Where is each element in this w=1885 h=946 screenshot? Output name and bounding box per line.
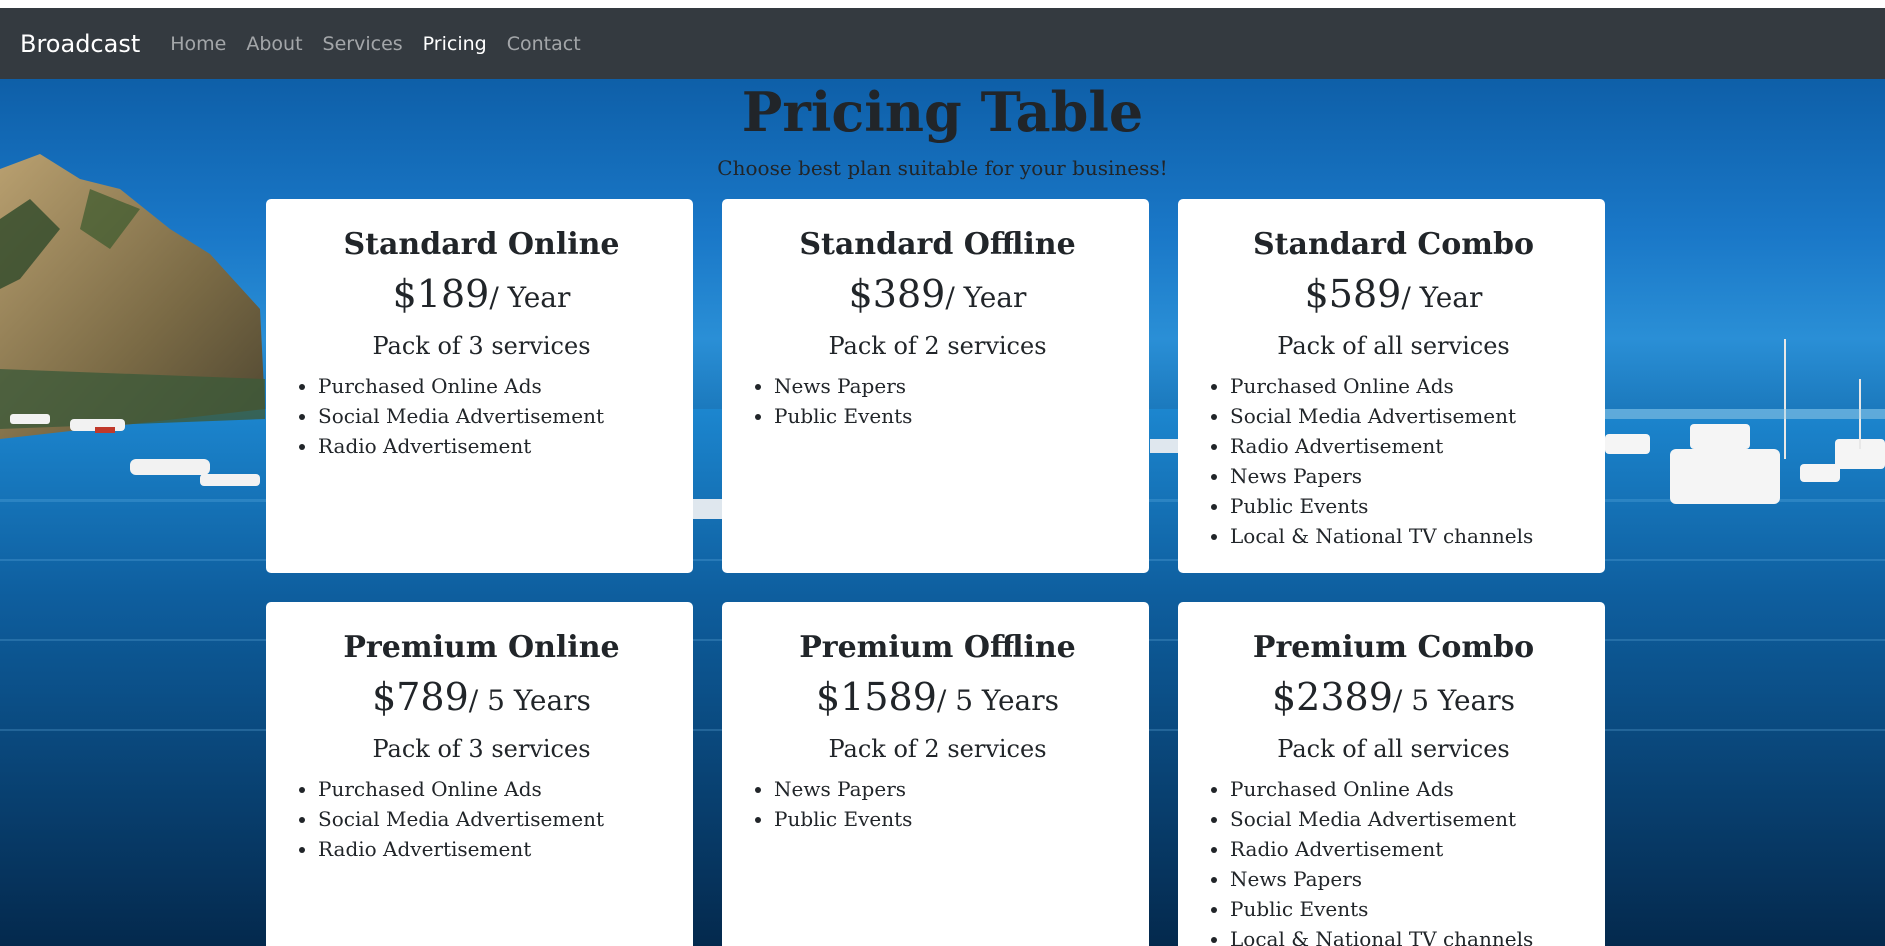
plan-pack: Pack of 3 services: [372, 735, 591, 763]
plan-name: Standard Offline: [799, 227, 1076, 262]
plan-pack: Pack of 2 services: [828, 735, 1047, 763]
price-period: / Year: [1401, 281, 1483, 314]
feature-item: Public Events: [1230, 894, 1585, 924]
brand-logo[interactable]: Broadcast: [20, 30, 140, 58]
feature-item: Purchased Online Ads: [318, 774, 673, 804]
nav-item-pricing[interactable]: Pricing: [423, 33, 487, 55]
window-top-strip: [0, 0, 1885, 8]
feature-item: Local & National TV channels: [1230, 924, 1585, 946]
feature-list: Purchased Online Ads Social Media Advert…: [290, 774, 673, 864]
plan-price: $189/ Year: [290, 269, 673, 327]
feature-item: Radio Advertisement: [318, 431, 673, 461]
price-period: / 5 Years: [936, 684, 1059, 717]
feature-item: Public Events: [774, 804, 1129, 834]
hero-background: Pricing Table Choose best plan suitable …: [0, 79, 1885, 946]
pricing-card-standard-online: Standard Online $189/ Year Pack of 3 ser…: [266, 199, 693, 573]
feature-list: Purchased Online Ads Social Media Advert…: [1202, 774, 1585, 946]
feature-item: Social Media Advertisement: [318, 804, 673, 834]
plan-name: Premium Online: [343, 630, 620, 665]
feature-item: Local & National TV channels: [1230, 521, 1585, 551]
plan-price: $1589/ 5 Years: [746, 672, 1129, 730]
plan-name: Premium Offline: [799, 630, 1076, 665]
plan-price: $789/ 5 Years: [290, 672, 673, 730]
pricing-card-premium-offline: Premium Offline $1589/ 5 Years Pack of 2…: [722, 602, 1149, 946]
feature-item: Public Events: [774, 401, 1129, 431]
price-amount: $589: [1304, 272, 1402, 316]
price-amount: $189: [392, 272, 490, 316]
pricing-card-standard-offline: Standard Offline $389/ Year Pack of 2 se…: [722, 199, 1149, 573]
price-period: / 5 Years: [468, 684, 591, 717]
nav-item-about[interactable]: About: [246, 33, 302, 55]
price-period: / Year: [489, 281, 571, 314]
pricing-card-standard-combo: Standard Combo $589/ Year Pack of all se…: [1178, 199, 1605, 573]
price-period: / Year: [945, 281, 1027, 314]
feature-item: Radio Advertisement: [1230, 834, 1585, 864]
price-amount: $389: [848, 272, 946, 316]
feature-item: Radio Advertisement: [318, 834, 673, 864]
price-amount: $2389: [1271, 675, 1393, 719]
feature-item: Social Media Advertisement: [318, 401, 673, 431]
feature-item: Purchased Online Ads: [318, 371, 673, 401]
navbar: Broadcast Home About Services Pricing Co…: [0, 8, 1885, 79]
feature-item: Radio Advertisement: [1230, 431, 1585, 461]
price-period: / 5 Years: [1392, 684, 1515, 717]
page-subtitle: Choose best plan suitable for your busin…: [717, 156, 1168, 180]
plan-pack: Pack of all services: [1277, 332, 1510, 360]
price-amount: $789: [372, 675, 469, 719]
plan-name: Standard Online: [343, 227, 620, 262]
plan-price: $2389/ 5 Years: [1202, 672, 1585, 730]
feature-item: News Papers: [774, 774, 1129, 804]
plan-name: Premium Combo: [1252, 630, 1535, 665]
feature-item: Purchased Online Ads: [1230, 774, 1585, 804]
feature-item: News Papers: [774, 371, 1129, 401]
feature-item: News Papers: [1230, 461, 1585, 491]
feature-item: Purchased Online Ads: [1230, 371, 1585, 401]
feature-item: Social Media Advertisement: [1230, 804, 1585, 834]
feature-item: Public Events: [1230, 491, 1585, 521]
plan-pack: Pack of 3 services: [372, 332, 591, 360]
price-amount: $1589: [815, 675, 937, 719]
feature-list: Purchased Online Ads Social Media Advert…: [290, 371, 673, 461]
pricing-card-premium-combo: Premium Combo $2389/ 5 Years Pack of all…: [1178, 602, 1605, 946]
feature-list: News Papers Public Events: [746, 371, 1129, 431]
feature-item: Social Media Advertisement: [1230, 401, 1585, 431]
pricing-cards-grid: Standard Online $189/ Year Pack of 3 ser…: [266, 199, 1606, 946]
page-title: Pricing Table: [741, 80, 1144, 144]
feature-list: Purchased Online Ads Social Media Advert…: [1202, 371, 1585, 551]
nav-item-home[interactable]: Home: [170, 33, 226, 55]
plan-pack: Pack of 2 services: [828, 332, 1047, 360]
pricing-card-premium-online: Premium Online $789/ 5 Years Pack of 3 s…: [266, 602, 693, 946]
plan-price: $589/ Year: [1202, 269, 1585, 327]
nav-item-contact[interactable]: Contact: [507, 33, 581, 55]
plan-name: Standard Combo: [1252, 227, 1535, 262]
nav-item-services[interactable]: Services: [323, 33, 403, 55]
feature-item: News Papers: [1230, 864, 1585, 894]
plan-price: $389/ Year: [746, 269, 1129, 327]
feature-list: News Papers Public Events: [746, 774, 1129, 834]
plan-pack: Pack of all services: [1277, 735, 1510, 763]
